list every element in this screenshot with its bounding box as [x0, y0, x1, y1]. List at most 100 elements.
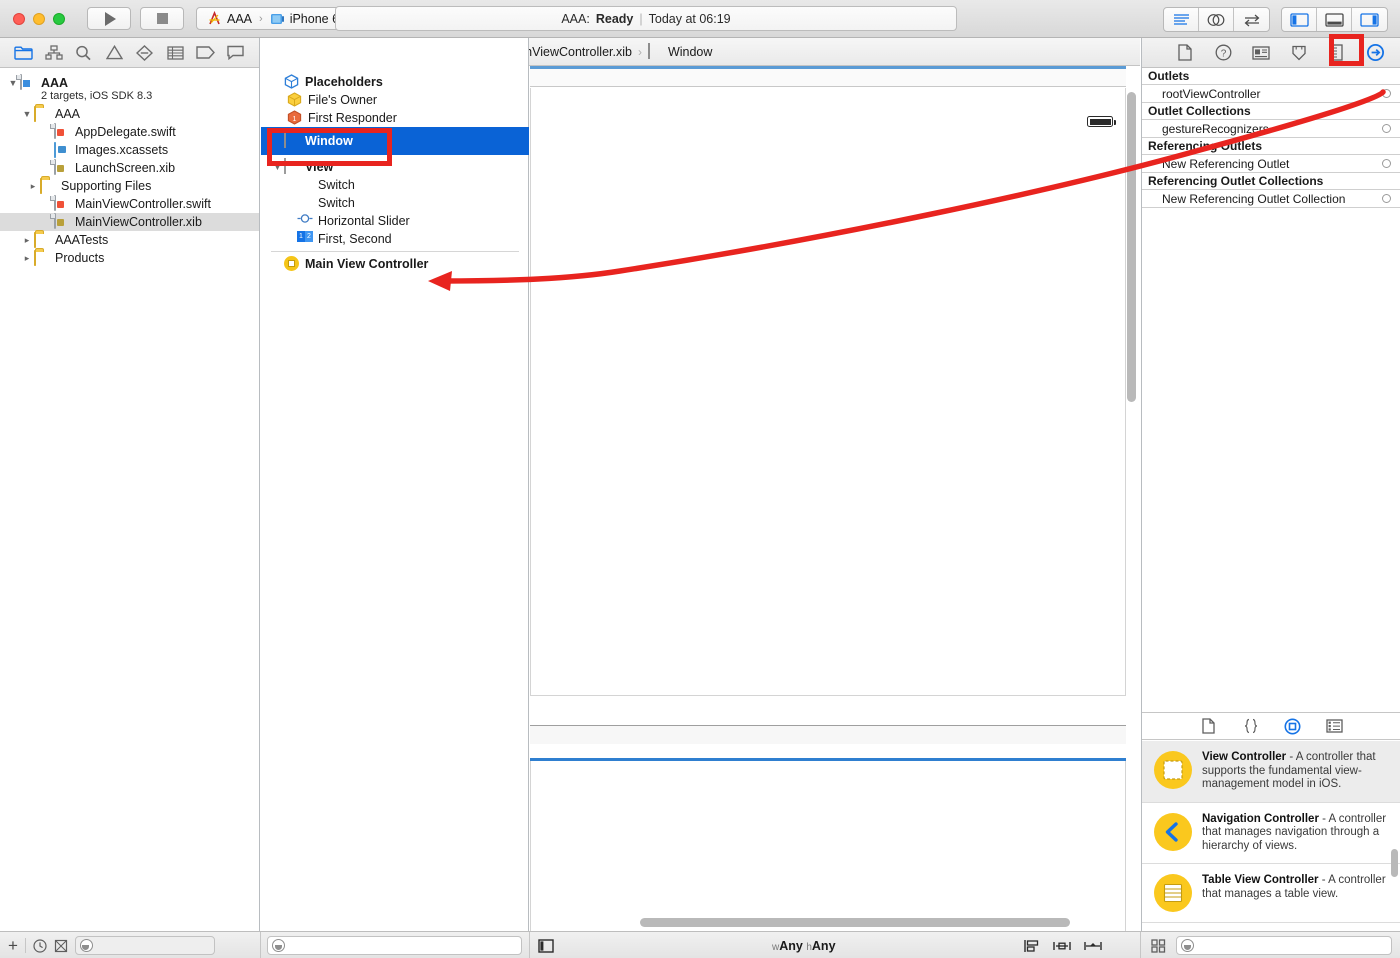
- assistant-editor-icon[interactable]: [1199, 8, 1234, 31]
- connection-well[interactable]: [1382, 194, 1391, 203]
- outline-item-files-owner[interactable]: File's Owner: [261, 91, 529, 109]
- clock-icon[interactable]: [33, 938, 47, 953]
- xib-file-icon: [54, 213, 70, 230]
- view-controller-icon: [284, 256, 300, 272]
- sidebar-item-report-navigator[interactable]: [224, 42, 248, 64]
- toggle-document-outline-icon[interactable]: [538, 938, 554, 953]
- switch-icon: [297, 177, 313, 193]
- outline-item-placeholders[interactable]: ▸ Placeholders: [261, 73, 529, 91]
- breadcrumb-object[interactable]: Window: [647, 42, 712, 60]
- disclosure-triangle-icon[interactable]: ▸: [20, 235, 34, 246]
- file-template-library-icon[interactable]: [1199, 716, 1219, 736]
- canvas-horizontal-scrollbar[interactable]: [640, 918, 1070, 927]
- toggle-debug-area-icon[interactable]: [1317, 8, 1352, 31]
- connection-well[interactable]: [1382, 124, 1391, 133]
- outline-item-switch-1[interactable]: Switch: [261, 176, 529, 194]
- tree-item-images-xcassets[interactable]: ▸ Images.xcassets: [0, 141, 259, 159]
- pin-icon[interactable]: [1052, 939, 1071, 953]
- inspector-tab-bar: ?: [1142, 38, 1400, 68]
- toggle-navigator-icon[interactable]: [1282, 8, 1317, 31]
- tree-item-group-aaa[interactable]: ▼ AAA: [0, 105, 259, 123]
- outline-item-main-view-controller[interactable]: ▸ Main View Controller: [261, 255, 529, 273]
- connection-label: New Referencing Outlet Collection: [1162, 191, 1346, 206]
- connection-row-gesturerecognizers[interactable]: gestureRecognizers: [1142, 120, 1400, 138]
- align-icon[interactable]: [1023, 939, 1040, 953]
- outline-item-switch-2[interactable]: Switch: [261, 194, 529, 212]
- view-canvas-sheet[interactable]: [530, 761, 1126, 931]
- quick-help-inspector-icon[interactable]: ?: [1212, 43, 1234, 63]
- connection-row-new-referencing-outlet[interactable]: New Referencing Outlet: [1142, 155, 1400, 173]
- disclosure-triangle-icon[interactable]: ▸: [26, 181, 40, 192]
- outline-item-label: First, Second: [318, 232, 392, 246]
- switch-icon: [297, 195, 313, 211]
- library-item-table-view-controller[interactable]: Table View Controller - A controller tha…: [1142, 864, 1400, 923]
- connections-inspector-icon[interactable]: [1364, 43, 1386, 63]
- library-bottom-bar: [1141, 932, 1400, 958]
- source-control-icon[interactable]: [54, 939, 68, 953]
- library-item-view-controller[interactable]: View Controller - A controller that supp…: [1142, 741, 1400, 803]
- resolve-auto-layout-icon[interactable]: [1083, 939, 1102, 953]
- sidebar-item-symbol-navigator[interactable]: [42, 42, 66, 64]
- tree-item-mainviewcontroller-xib[interactable]: ▸ MainViewController.xib: [0, 213, 259, 231]
- sidebar-item-issue-navigator[interactable]: [102, 42, 126, 64]
- library-filter-field[interactable]: [1176, 936, 1392, 955]
- outline-item-label: Main View Controller: [305, 257, 429, 271]
- scheme-selector[interactable]: AAA › iPhone 6: [196, 7, 351, 30]
- canvas-status-strip-2: [530, 726, 1126, 744]
- attributes-inspector-icon[interactable]: [1288, 43, 1310, 63]
- sidebar-item-breakpoint-navigator[interactable]: [193, 42, 217, 64]
- library-item-title: Table View Controller: [1202, 874, 1319, 886]
- media-library-icon[interactable]: [1325, 716, 1345, 736]
- outline-filter-field[interactable]: [267, 936, 522, 955]
- object-library-list[interactable]: View Controller - A controller that supp…: [1142, 741, 1400, 931]
- disclosure-triangle-icon[interactable]: ▼: [20, 109, 34, 119]
- disclosure-triangle-icon[interactable]: ▸: [20, 253, 34, 264]
- connection-row-rootviewcontroller[interactable]: rootViewController: [1142, 85, 1400, 103]
- connection-well[interactable]: [1382, 159, 1391, 168]
- tree-item-label: Images.xcassets: [75, 143, 169, 157]
- status-project: AAA:: [561, 11, 590, 26]
- outline-item-segmented-control[interactable]: 12 First, Second: [261, 230, 529, 248]
- sidebar-item-project-navigator[interactable]: [11, 42, 35, 64]
- library-item-title: View Controller: [1202, 751, 1287, 763]
- interface-builder-canvas[interactable]: [530, 66, 1140, 931]
- zoom-icon[interactable]: [53, 12, 65, 25]
- connection-well[interactable]: [1382, 89, 1391, 98]
- navigator-filter-field[interactable]: [74, 936, 215, 955]
- disclosure-triangle-icon[interactable]: ▼: [271, 163, 284, 172]
- connection-row-new-referencing-outlet-collection[interactable]: New Referencing Outlet Collection: [1142, 190, 1400, 208]
- toggle-utilities-icon[interactable]: [1352, 8, 1387, 31]
- library-item-navigation-controller[interactable]: Navigation Controller - A controller tha…: [1142, 803, 1400, 864]
- object-library-icon[interactable]: [1283, 716, 1303, 736]
- standard-editor-icon[interactable]: [1164, 8, 1199, 31]
- outline-item-view[interactable]: ▼ View: [261, 158, 529, 176]
- tree-item-products[interactable]: ▸ Products: [0, 249, 259, 267]
- size-class-indicator[interactable]: wAny hAny: [772, 939, 836, 953]
- run-button[interactable]: [87, 7, 131, 30]
- outline-item-window[interactable]: ▸ Window: [261, 127, 529, 155]
- grid-icon[interactable]: [1151, 938, 1166, 953]
- tree-item-mainviewcontroller-swift[interactable]: ▸ MainViewController.swift: [0, 195, 259, 213]
- library-scrollbar[interactable]: [1391, 849, 1398, 877]
- sidebar-item-test-navigator[interactable]: [133, 42, 157, 64]
- tree-item-supporting-files[interactable]: ▸ Supporting Files: [0, 177, 259, 195]
- sidebar-item-find-navigator[interactable]: [72, 42, 96, 64]
- sidebar-item-debug-navigator[interactable]: [163, 42, 187, 64]
- canvas-vertical-scrollbar[interactable]: [1127, 92, 1136, 402]
- outline-item-first-responder[interactable]: 1 First Responder: [261, 109, 529, 127]
- tree-item-launchscreen-xib[interactable]: ▸ LaunchScreen.xib: [0, 159, 259, 177]
- library-item-text: View Controller - A controller that supp…: [1202, 751, 1387, 792]
- close-icon[interactable]: [13, 12, 25, 25]
- stop-button[interactable]: [140, 7, 184, 30]
- tree-item-aaatests[interactable]: ▸ AAATests: [0, 231, 259, 249]
- identity-inspector-icon[interactable]: [1250, 43, 1272, 63]
- version-editor-icon[interactable]: [1234, 8, 1269, 31]
- file-inspector-icon[interactable]: [1174, 43, 1196, 63]
- add-button[interactable]: +: [8, 937, 18, 954]
- outline-item-horizontal-slider[interactable]: Horizontal Slider: [261, 212, 529, 230]
- window-canvas-sheet[interactable]: [530, 88, 1126, 696]
- tree-item-appdelegate[interactable]: ▸ AppDelegate.swift: [0, 123, 259, 141]
- code-snippet-library-icon[interactable]: [1241, 716, 1261, 736]
- minimize-icon[interactable]: [33, 12, 45, 25]
- size-inspector-icon[interactable]: [1326, 43, 1348, 63]
